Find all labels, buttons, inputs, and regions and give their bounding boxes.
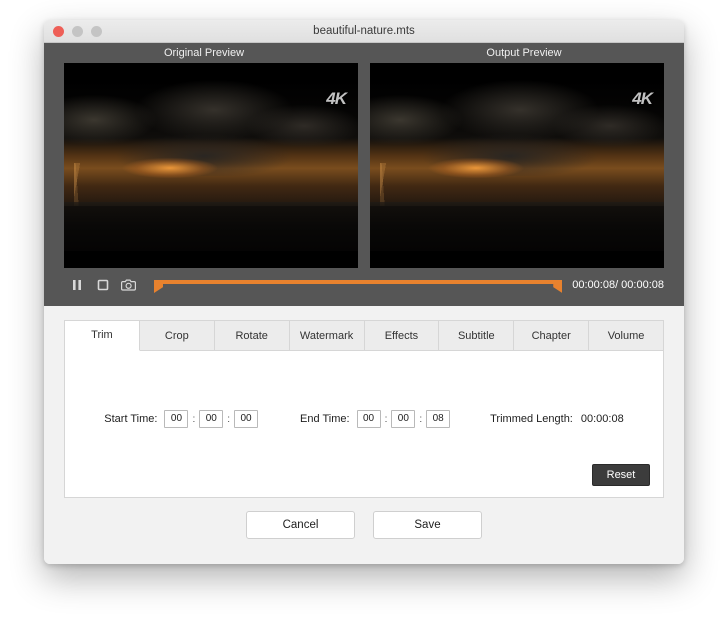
reset-button[interactable]: Reset bbox=[592, 464, 650, 486]
close-button[interactable] bbox=[53, 26, 64, 37]
tab-card: Trim Crop Rotate Watermark Effects Subti… bbox=[64, 320, 664, 498]
trim-tab-content: Start Time: 00 : 00 : 00 End Time: 00 : … bbox=[65, 351, 663, 497]
transport-bar: 00:00:08/ 00:00:08 bbox=[44, 268, 684, 302]
end-colon-2: : bbox=[419, 414, 422, 425]
minimize-button[interactable] bbox=[72, 26, 83, 37]
trim-end-handle[interactable] bbox=[553, 280, 562, 293]
tab-effects[interactable]: Effects bbox=[365, 321, 440, 350]
start-hours-field[interactable]: 00 bbox=[164, 410, 188, 428]
timeline-track[interactable] bbox=[154, 280, 562, 284]
start-minutes-field[interactable]: 00 bbox=[199, 410, 223, 428]
foreground-land bbox=[370, 206, 664, 251]
pause-button[interactable] bbox=[64, 272, 90, 298]
tab-watermark[interactable]: Watermark bbox=[290, 321, 365, 350]
pause-icon bbox=[70, 278, 84, 292]
letterbox-top bbox=[64, 63, 358, 80]
snapshot-button[interactable] bbox=[116, 272, 142, 298]
letterbox-bottom bbox=[370, 251, 664, 268]
start-time-label: Start Time: bbox=[104, 413, 157, 425]
tab-chapter[interactable]: Chapter bbox=[514, 321, 589, 350]
tab-subtitle[interactable]: Subtitle bbox=[439, 321, 514, 350]
trimmed-length-value: 00:00:08 bbox=[581, 413, 624, 425]
original-preview-label: Original Preview bbox=[44, 47, 364, 59]
start-time-input[interactable]: 00 : 00 : 00 bbox=[164, 410, 258, 428]
tab-crop[interactable]: Crop bbox=[140, 321, 215, 350]
timeline-slider[interactable] bbox=[154, 272, 562, 298]
start-seconds-field[interactable]: 00 bbox=[234, 410, 258, 428]
end-colon-1: : bbox=[385, 414, 388, 425]
preview-panes: 4K 4K bbox=[44, 63, 684, 268]
tab-bar: Trim Crop Rotate Watermark Effects Subti… bbox=[65, 321, 663, 351]
window-title: beautiful-nature.mts bbox=[44, 25, 684, 37]
trim-start-handle[interactable] bbox=[154, 280, 163, 293]
timecode-display: 00:00:08/ 00:00:08 bbox=[572, 279, 664, 291]
output-preview-label: Output Preview bbox=[364, 47, 684, 59]
editor-panel: Trim Crop Rotate Watermark Effects Subti… bbox=[44, 306, 684, 564]
footer-actions: Cancel Save bbox=[64, 498, 664, 552]
tab-trim[interactable]: Trim bbox=[65, 321, 140, 351]
stop-icon bbox=[96, 278, 110, 292]
end-time-input[interactable]: 00 : 00 : 08 bbox=[357, 410, 451, 428]
tab-rotate[interactable]: Rotate bbox=[215, 321, 290, 350]
letterbox-bottom bbox=[64, 251, 358, 268]
maximize-button[interactable] bbox=[91, 26, 102, 37]
stop-button[interactable] bbox=[90, 272, 116, 298]
tab-volume[interactable]: Volume bbox=[589, 321, 663, 350]
end-minutes-field[interactable]: 00 bbox=[391, 410, 415, 428]
resolution-badge-icon: 4K bbox=[632, 89, 652, 109]
start-colon-2: : bbox=[227, 414, 230, 425]
resolution-badge-icon: 4K bbox=[326, 89, 346, 109]
output-preview-video[interactable]: 4K bbox=[370, 63, 664, 268]
save-button[interactable]: Save bbox=[373, 511, 482, 539]
end-seconds-field[interactable]: 08 bbox=[426, 410, 450, 428]
trimmed-length-label: Trimmed Length: bbox=[490, 413, 573, 425]
original-preview-video[interactable]: 4K bbox=[64, 63, 358, 268]
camera-icon bbox=[121, 278, 137, 292]
title-bar: beautiful-nature.mts bbox=[44, 20, 684, 43]
foreground-land bbox=[64, 206, 358, 251]
cancel-button[interactable]: Cancel bbox=[246, 511, 355, 539]
end-time-label: End Time: bbox=[300, 413, 350, 425]
end-hours-field[interactable]: 00 bbox=[357, 410, 381, 428]
trim-controls-row: Start Time: 00 : 00 : 00 End Time: 00 : … bbox=[65, 410, 663, 428]
start-colon-1: : bbox=[192, 414, 195, 425]
letterbox-top bbox=[370, 63, 664, 80]
window-controls bbox=[44, 26, 102, 37]
player-area: Original Preview Output Preview 4K bbox=[44, 43, 684, 306]
editor-window: beautiful-nature.mts Original Preview Ou… bbox=[44, 20, 684, 564]
preview-headers: Original Preview Output Preview bbox=[44, 43, 684, 63]
